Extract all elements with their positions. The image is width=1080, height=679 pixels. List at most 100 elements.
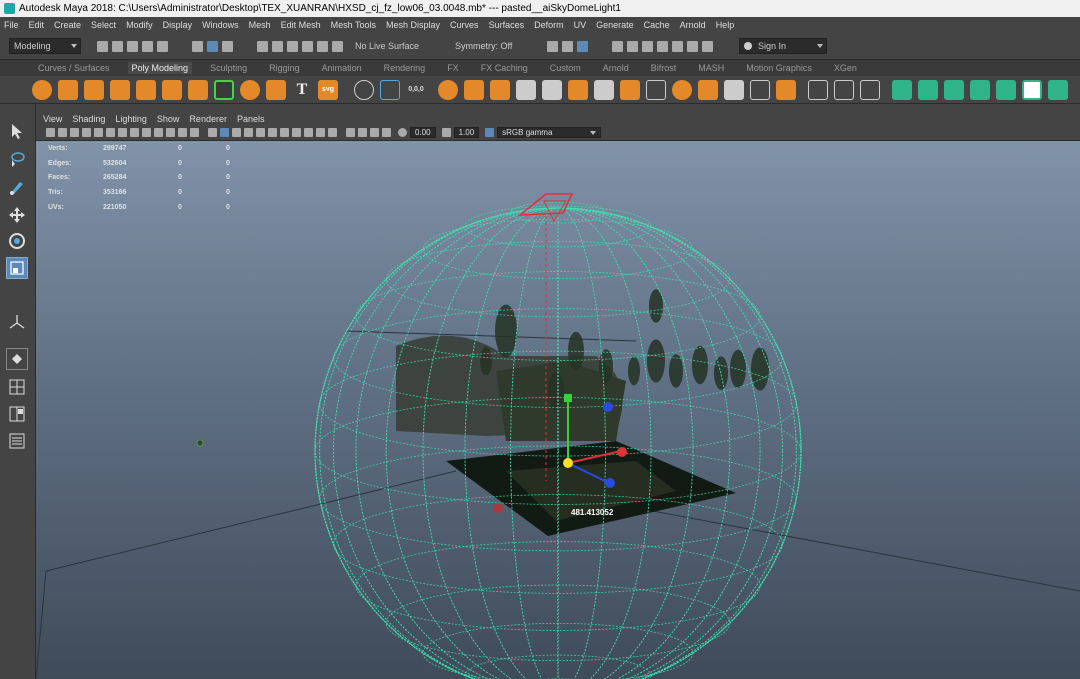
poly-torus-icon[interactable]	[136, 79, 156, 100]
bookmarks-icon[interactable]	[70, 128, 79, 137]
xray-joints-icon[interactable]	[370, 128, 379, 137]
separate-icon[interactable]	[464, 79, 484, 100]
menu-windows[interactable]: Windows	[202, 20, 239, 30]
menu-deform[interactable]: Deform	[534, 20, 564, 30]
menu-help[interactable]: Help	[716, 20, 735, 30]
snap-view-icon[interactable]	[302, 40, 313, 52]
exposure-field[interactable]: 0.00	[410, 127, 436, 138]
offset-edge-loop-icon[interactable]	[834, 79, 854, 100]
arnold-render-icon[interactable]	[687, 40, 698, 52]
shadows-icon[interactable]	[280, 128, 289, 137]
snap-point-icon[interactable]	[287, 40, 298, 52]
shelf-tab-fx-caching[interactable]: FX Caching	[477, 62, 532, 74]
bridge-icon[interactable]	[620, 79, 640, 100]
new-scene-icon[interactable]	[97, 40, 108, 52]
select-component-icon[interactable]	[222, 40, 233, 52]
redo-icon[interactable]	[157, 40, 168, 52]
resolution-gate-icon[interactable]	[142, 128, 151, 137]
snap-curve-icon[interactable]	[272, 40, 283, 52]
input-output-icon[interactable]	[577, 40, 588, 52]
single-perspective-layout-icon[interactable]	[6, 348, 28, 370]
shelf-tab-curves-surfaces[interactable]: Curves / Surfaces	[34, 62, 114, 74]
menu-mesh[interactable]: Mesh	[249, 20, 271, 30]
svg-icon[interactable]: svg	[318, 79, 338, 100]
symmetry-dropdown[interactable]: Symmetry: Off	[451, 38, 535, 54]
safe-title-icon[interactable]	[190, 128, 199, 137]
freeze-transform-icon[interactable]: 0,0,0	[406, 80, 426, 100]
append-polygon-icon[interactable]	[750, 79, 770, 100]
menu-set-dropdown[interactable]: Modeling	[9, 38, 81, 54]
construction-history-icon[interactable]	[547, 40, 558, 52]
grid-icon[interactable]	[118, 128, 127, 137]
panel-menu-view[interactable]: View	[43, 114, 62, 124]
2d-pan-zoom-icon[interactable]	[94, 128, 103, 137]
render-frame-icon[interactable]	[612, 40, 623, 52]
center-pivot-icon[interactable]	[354, 79, 374, 100]
manipulator-axis-icon[interactable]	[6, 311, 28, 333]
four-view-layout-icon[interactable]	[6, 376, 28, 398]
snap-pivot-icon[interactable]	[332, 40, 343, 52]
gate-mask-icon[interactable]	[154, 128, 163, 137]
boolean-icon[interactable]	[646, 79, 666, 100]
menu-curves[interactable]: Curves	[450, 20, 479, 30]
motion-blur-icon[interactable]	[304, 128, 313, 137]
lasso-tool-icon[interactable]	[6, 148, 28, 170]
panel-menu-show[interactable]: Show	[157, 114, 180, 124]
shelf-tab-bifrost[interactable]: Bifrost	[647, 62, 681, 74]
remesh-icon[interactable]	[568, 79, 588, 100]
locator-icon[interactable]	[196, 439, 204, 447]
reduce-icon[interactable]	[542, 79, 562, 100]
xray-components-icon[interactable]	[382, 128, 391, 137]
panel-menu-renderer[interactable]: Renderer	[189, 114, 227, 124]
xray-icon[interactable]	[358, 128, 367, 137]
panel-menu-shading[interactable]: Shading	[72, 114, 105, 124]
menu-edit[interactable]: Edit	[29, 20, 45, 30]
isolate-select-icon[interactable]	[346, 128, 355, 137]
fill-hole-icon[interactable]	[724, 79, 744, 100]
poly-disc-icon[interactable]	[188, 79, 208, 100]
pause-icon[interactable]	[702, 40, 713, 52]
shelf-tab-animation[interactable]: Animation	[318, 62, 366, 74]
save-scene-icon[interactable]	[127, 40, 138, 52]
render-settings-icon[interactable]	[642, 40, 653, 52]
outliner-layout-icon[interactable]	[6, 430, 28, 452]
poly-cube-icon[interactable]	[58, 79, 78, 100]
paint-select-tool-icon[interactable]	[6, 176, 28, 198]
menu-generate[interactable]: Generate	[596, 20, 634, 30]
uv-spherical-icon[interactable]	[944, 79, 964, 100]
side-by-side-layout-icon[interactable]	[6, 403, 28, 425]
bevel-icon[interactable]	[672, 79, 692, 100]
menu-create[interactable]: Create	[54, 20, 81, 30]
shelf-tab-sculpting[interactable]: Sculpting	[206, 62, 251, 74]
smooth-icon[interactable]	[516, 79, 536, 100]
combine-icon[interactable]	[438, 79, 458, 100]
menu-uv[interactable]: UV	[574, 20, 587, 30]
uv-cylindrical-icon[interactable]	[918, 79, 938, 100]
menu-cache[interactable]: Cache	[644, 20, 670, 30]
multisample-aa-icon[interactable]	[316, 128, 325, 137]
menu-arnold[interactable]: Arnold	[680, 20, 706, 30]
extrude-icon[interactable]	[698, 79, 718, 100]
snap-surface-icon[interactable]	[317, 40, 328, 52]
shelf-tab-rendering[interactable]: Rendering	[380, 62, 430, 74]
screen-space-ao-icon[interactable]	[292, 128, 301, 137]
select-object-icon[interactable]	[207, 40, 218, 52]
wireframe-on-shaded-icon[interactable]	[244, 128, 253, 137]
poly-plane-icon[interactable]	[162, 79, 182, 100]
shelf-tab-rigging[interactable]: Rigging	[265, 62, 304, 74]
poly-cylinder-icon[interactable]	[84, 79, 104, 100]
super-shape-icon[interactable]	[266, 79, 286, 100]
select-hierarchy-icon[interactable]	[192, 40, 203, 52]
shelf-tab-fx[interactable]: FX	[443, 62, 463, 74]
poly-sphere-icon[interactable]	[32, 79, 52, 100]
live-surface-field[interactable]: No Live Surface	[351, 38, 443, 54]
camera-attributes-icon[interactable]	[58, 128, 67, 137]
view-transform-dropdown[interactable]: sRGB gamma	[497, 127, 602, 138]
menu-select[interactable]: Select	[91, 20, 116, 30]
panel-menu-lighting[interactable]: Lighting	[115, 114, 147, 124]
scale-tool-icon[interactable]	[6, 257, 28, 279]
retopologize-icon[interactable]	[594, 79, 614, 100]
shelf-tab-poly-modeling[interactable]: Poly Modeling	[127, 62, 193, 74]
textured-icon[interactable]	[256, 128, 265, 137]
delete-history-icon[interactable]	[380, 79, 400, 100]
